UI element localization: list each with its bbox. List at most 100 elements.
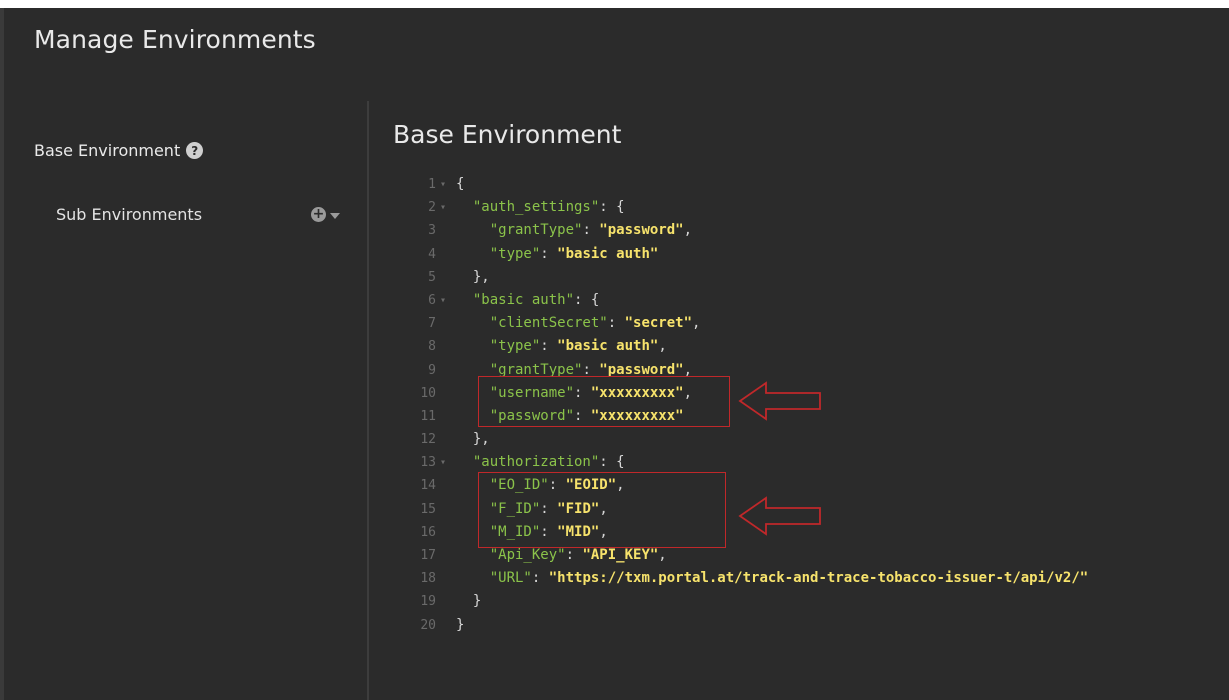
fold-gutter xyxy=(436,266,450,289)
code-line: 8 "type": "basic auth", xyxy=(404,335,1204,358)
json-punctuation: }, xyxy=(456,431,490,448)
fold-gutter xyxy=(436,590,450,613)
json-punctuation xyxy=(456,570,490,586)
fold-gutter xyxy=(436,567,450,590)
fold-gutter xyxy=(436,359,450,382)
code-line: 12 }, xyxy=(404,428,1204,451)
line-number: 9 xyxy=(428,362,436,378)
json-punctuation: , xyxy=(658,338,667,355)
json-value: "basic auth" xyxy=(557,338,659,355)
json-punctuation: , xyxy=(683,222,693,239)
line-number: 13 xyxy=(420,455,436,471)
code-text: }, xyxy=(450,266,490,289)
json-punctuation xyxy=(456,199,473,215)
code-line: 4 "type": "basic auth" xyxy=(404,243,1204,266)
code-line: 2 ▾ "auth_settings": { xyxy=(404,196,1204,219)
json-punctuation: }, xyxy=(456,268,490,285)
code-line: 5 }, xyxy=(404,266,1204,289)
code-text: "basic auth": { xyxy=(450,289,599,312)
fold-gutter xyxy=(436,312,450,335)
sidebar-item-base-environment[interactable]: Base Environment ? xyxy=(34,141,204,160)
json-key: "basic auth" xyxy=(472,291,575,308)
json-punctuation xyxy=(456,454,473,470)
line-number: 5 xyxy=(428,269,436,285)
line-number: 7 xyxy=(428,316,436,332)
fold-toggle-icon[interactable]: ▾ xyxy=(436,451,450,474)
fold-gutter xyxy=(436,219,450,242)
fold-toggle-icon[interactable]: ▾ xyxy=(436,173,450,196)
code-text: } xyxy=(450,590,481,613)
fold-gutter xyxy=(436,428,450,451)
fold-gutter xyxy=(436,544,450,567)
fold-toggle-icon[interactable]: ▾ xyxy=(436,196,450,219)
json-punctuation: : { xyxy=(599,454,625,471)
code-line: 18 "URL": "https://txm.portal.at/track-a… xyxy=(404,567,1204,590)
json-key: "URL" xyxy=(489,570,532,587)
json-key: "grantType" xyxy=(489,222,583,239)
line-number: 6 xyxy=(428,292,436,308)
code-text: "type": "basic auth", xyxy=(450,335,667,358)
json-punctuation: , xyxy=(658,547,667,563)
json-value: "basic auth" xyxy=(557,245,659,262)
json-punctuation: } xyxy=(456,593,482,610)
code-text: "authorization": { xyxy=(450,451,625,474)
code-text: }, xyxy=(450,428,490,451)
help-icon[interactable]: ? xyxy=(186,142,204,159)
code-text: "clientSecret": "secret", xyxy=(450,312,701,335)
code-text: "grantType": "password", xyxy=(450,219,692,242)
line-number: 2 xyxy=(428,200,436,216)
json-punctuation xyxy=(456,222,490,238)
line-number: 20 xyxy=(420,617,436,633)
code-line: 6 ▾ "basic auth": { xyxy=(404,289,1204,312)
fold-toggle-icon[interactable]: ▾ xyxy=(436,289,450,312)
fold-gutter xyxy=(436,243,450,266)
fold-gutter xyxy=(436,614,450,637)
json-key: "type" xyxy=(489,245,541,262)
add-sub-environment-button[interactable]: + xyxy=(311,207,340,222)
sidebar-item-label: Base Environment xyxy=(34,141,181,160)
fold-gutter xyxy=(436,405,450,428)
panel-divider xyxy=(367,101,369,700)
code-line: 3 "grantType": "password", xyxy=(404,219,1204,242)
code-text: { xyxy=(450,173,464,196)
fold-gutter xyxy=(436,498,450,521)
line-number: 17 xyxy=(420,548,436,563)
code-text: "URL": "https://txm.portal.at/track-and-… xyxy=(450,567,1088,590)
json-value: "API_KEY" xyxy=(582,547,659,563)
json-punctuation: { xyxy=(456,176,465,192)
code-text: } xyxy=(450,614,464,637)
code-line: 7 "clientSecret": "secret", xyxy=(404,312,1204,335)
sub-environments-header: Sub Environments + xyxy=(56,205,346,224)
code-line: 19 } xyxy=(404,590,1204,613)
json-key: "type" xyxy=(489,338,541,355)
environment-title: Base Environment xyxy=(393,120,622,149)
json-key: "clientSecret" xyxy=(489,315,608,332)
code-text: "auth_settings": { xyxy=(450,196,625,219)
json-punctuation xyxy=(456,315,490,331)
json-punctuation: , xyxy=(692,315,701,332)
credentials-highlight-box xyxy=(478,376,730,427)
line-number: 10 xyxy=(420,385,436,401)
fold-gutter xyxy=(436,335,450,358)
json-punctuation: : xyxy=(565,547,583,563)
line-number: 1 xyxy=(428,177,436,192)
line-number: 3 xyxy=(428,223,436,239)
fold-gutter xyxy=(436,521,450,544)
code-text: "type": "basic auth" xyxy=(450,243,659,266)
json-punctuation xyxy=(456,292,473,308)
line-number: 12 xyxy=(420,432,436,448)
line-number: 8 xyxy=(428,339,436,355)
left-arrow-annotation-icon xyxy=(738,496,821,536)
json-punctuation xyxy=(456,547,490,563)
line-number: 18 xyxy=(420,571,436,587)
fold-gutter xyxy=(436,382,450,405)
code-line: 20} xyxy=(404,614,1204,637)
json-key: "auth_settings" xyxy=(472,199,600,216)
line-number: 11 xyxy=(420,408,436,424)
sub-environments-label: Sub Environments xyxy=(56,205,203,224)
json-punctuation: : xyxy=(531,570,549,587)
line-number: 4 xyxy=(428,246,436,262)
json-key: "Api_Key" xyxy=(489,547,566,563)
json-punctuation: : xyxy=(540,338,558,355)
code-line: 13 ▾ "authorization": { xyxy=(404,451,1204,474)
